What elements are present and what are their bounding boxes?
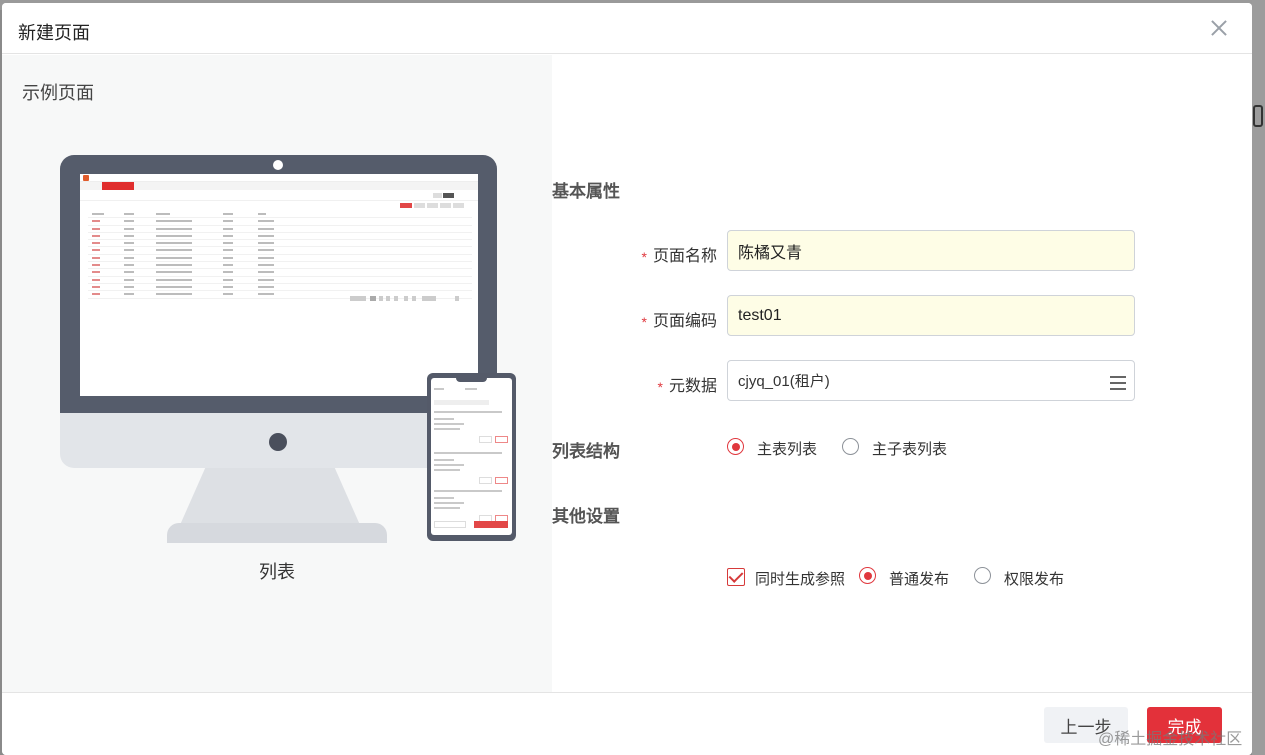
- preview-caption: 列表: [259, 562, 295, 582]
- mini-button: [400, 203, 412, 208]
- mini-table-row: [88, 269, 472, 277]
- mini-table-row: [88, 247, 472, 255]
- monitor-screen: [80, 174, 478, 396]
- preview-title: 示例页面: [22, 83, 94, 103]
- page-code-input[interactable]: [727, 295, 1135, 336]
- phone-card-button: [495, 436, 508, 443]
- phone-card-line: [434, 469, 460, 471]
- mini-logo: [83, 175, 89, 181]
- phone-status: [434, 388, 444, 390]
- close-icon[interactable]: [1208, 17, 1230, 39]
- phone-card-line: [434, 464, 464, 466]
- phone-card-button: [479, 477, 492, 484]
- page-code-label-text: 页面编码: [652, 313, 717, 330]
- phone-screen: [431, 378, 512, 535]
- mini-table-row: [88, 284, 472, 292]
- phone-card-title: [434, 452, 502, 454]
- page-name-input[interactable]: [727, 230, 1135, 271]
- mini-table: [88, 211, 472, 299]
- mini-table-row: [88, 240, 472, 248]
- phone-notch: [456, 378, 487, 382]
- phone-card-title: [434, 490, 502, 492]
- mini-table-row: [88, 226, 472, 233]
- phone-status: [465, 388, 477, 390]
- phone-card-button: [479, 436, 492, 443]
- new-page-dialog: 新建页面 示例页面 列表 基本属性 * 页面名称 陈橘又青 * 页面编码 tes…: [2, 3, 1252, 755]
- monitor-base: [167, 523, 387, 543]
- required-mark: *: [641, 314, 647, 330]
- phone-bottom-button: [434, 521, 466, 528]
- metadata-label: * 元数据: [537, 372, 717, 396]
- radio-master-detail-list-label[interactable]: 主子表列表: [872, 438, 947, 459]
- mini-table-row: [88, 262, 472, 270]
- radio-permission-publish-label[interactable]: 权限发布: [1004, 568, 1064, 589]
- phone-card-line: [434, 428, 460, 430]
- mini-topbar: [80, 174, 478, 182]
- dialog-title: 新建页面: [18, 23, 90, 43]
- phone-card-line: [434, 418, 454, 420]
- phone-card-line: [434, 507, 460, 509]
- radio-permission-publish[interactable]: [974, 567, 991, 584]
- mini-button: [414, 203, 425, 208]
- mini-button: [443, 193, 454, 198]
- generate-ref-label[interactable]: 同时生成参照: [755, 568, 845, 589]
- phone-card-line: [434, 502, 464, 504]
- page-code-label: * 页面编码: [537, 307, 717, 331]
- phone-card-button: [495, 477, 508, 484]
- phone-illustration: [427, 373, 516, 541]
- phone-card-line: [434, 497, 454, 499]
- dialog-header: 新建页面: [2, 3, 1252, 54]
- mini-table-row: [88, 218, 472, 226]
- mini-table-row: [88, 255, 472, 263]
- list-structure-label: 列表结构: [552, 442, 620, 461]
- mini-button: [433, 193, 442, 198]
- dialog-footer: 上一步 完成: [2, 692, 1252, 755]
- mini-filter-bar: [80, 191, 478, 201]
- mini-button: [453, 203, 464, 208]
- phone-bottom-button: [474, 521, 508, 528]
- mini-button: [427, 203, 438, 208]
- phone-card-title: [434, 411, 502, 413]
- preview-panel: 示例页面 列表: [2, 55, 552, 695]
- camera-dot: [273, 160, 283, 170]
- required-mark: *: [657, 379, 663, 395]
- watermark: @稀土掘金技术社区: [1098, 731, 1243, 748]
- list-icon[interactable]: [1110, 376, 1126, 390]
- metadata-label-text: 元数据: [668, 378, 717, 395]
- mini-table-row: [88, 211, 472, 219]
- page-name-label: * 页面名称: [537, 242, 717, 266]
- generate-ref-checkbox[interactable]: [727, 568, 745, 586]
- radio-main-list[interactable]: [727, 438, 744, 455]
- monitor-button: [269, 433, 287, 451]
- radio-main-list-label[interactable]: 主表列表: [757, 438, 817, 459]
- phone-search: [434, 400, 489, 405]
- phone-card-line: [434, 459, 454, 461]
- radio-master-detail-list[interactable]: [842, 438, 859, 455]
- required-mark: *: [641, 249, 647, 265]
- mini-pager: [350, 296, 470, 302]
- mini-tabbar: [80, 182, 478, 190]
- backdrop-icon: [1253, 105, 1263, 127]
- page-name-label-text: 页面名称: [652, 248, 717, 265]
- mini-table-row: [88, 277, 472, 284]
- monitor-stand: [180, 468, 360, 525]
- phone-card-line: [434, 423, 464, 425]
- radio-normal-publish-label[interactable]: 普通发布: [889, 568, 949, 589]
- mini-button: [440, 203, 451, 208]
- radio-normal-publish[interactable]: [859, 567, 876, 584]
- mini-active-tab: [102, 182, 134, 190]
- metadata-input[interactable]: [727, 360, 1135, 401]
- mini-table-row: [88, 233, 472, 241]
- section-basic: 基本属性: [552, 182, 620, 201]
- section-other: 其他设置: [552, 507, 620, 526]
